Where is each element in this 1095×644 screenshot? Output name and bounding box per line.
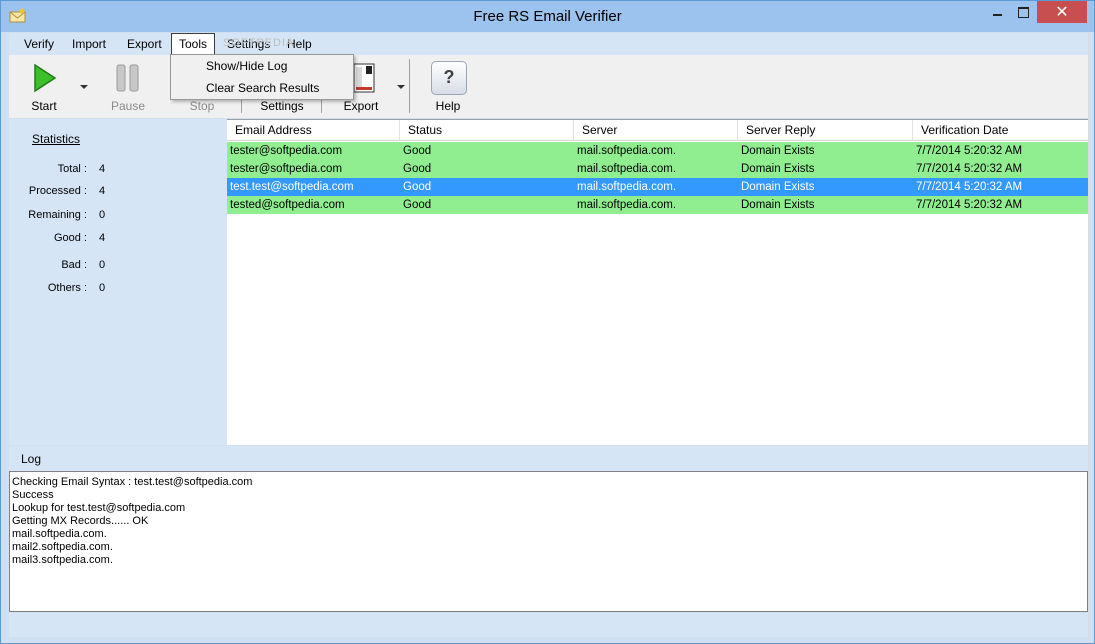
stat-remaining-value: 0: [99, 209, 106, 221]
cell-server: mail.softpedia.com.: [577, 181, 677, 193]
log-title: Log: [21, 452, 42, 466]
menu-verify[interactable]: Verify: [17, 33, 61, 55]
table-row[interactable]: tester@softpedia.com Good mail.softpedia…: [227, 160, 1088, 178]
column-header-verification-date[interactable]: Verification Date: [912, 120, 1088, 141]
minimize-button[interactable]: [984, 1, 1010, 23]
statistics-panel: Statistics Total : 4 Processed : 4 Remai…: [9, 119, 227, 445]
column-header-status[interactable]: Status: [399, 120, 573, 141]
cell-email: tester@softpedia.com: [230, 163, 343, 175]
help-button[interactable]: ? Help: [423, 57, 473, 115]
cell-server: mail.softpedia.com.: [577, 199, 677, 211]
export-label: Export: [343, 99, 379, 113]
column-header-server-reply[interactable]: Server Reply: [737, 120, 912, 141]
status-bar: [9, 613, 1088, 637]
cell-server-reply: Domain Exists: [741, 181, 815, 193]
results-grid[interactable]: Email Address Status Server Server Reply…: [227, 119, 1088, 445]
export-icon: [353, 63, 375, 93]
play-icon: [34, 63, 57, 93]
table-row[interactable]: tester@softpedia.com Good mail.softpedia…: [227, 142, 1088, 160]
menu-tools[interactable]: Tools: [171, 33, 216, 55]
log-textbox[interactable]: Checking Email Syntax : test.test@softpe…: [9, 471, 1088, 612]
grid-header: Email Address Status Server Server Reply…: [227, 120, 1088, 141]
stat-bad-value: 0: [99, 259, 106, 271]
log-line: Lookup for test.test@softpedia.com: [12, 502, 186, 514]
start-dropdown-arrow[interactable]: [80, 85, 88, 89]
log-line: mail3.softpedia.com.: [12, 554, 113, 566]
cell-verification-date: 7/7/2014 5:20:32 AM: [916, 163, 1023, 175]
menu-item-clear-search-results[interactable]: Clear Search Results: [172, 78, 352, 99]
stat-total-value: 4: [99, 163, 106, 175]
menu-bar: Verify Import Export Tools Settings Help: [9, 33, 1088, 55]
tools-dropdown-menu: Show/Hide Log Clear Search Results: [170, 54, 354, 100]
statistics-title: Statistics: [32, 132, 81, 146]
menu-item-show-hide-log[interactable]: Show/Hide Log: [172, 56, 352, 77]
cell-server-reply: Domain Exists: [741, 145, 815, 157]
stat-good-label: Good :: [53, 232, 87, 244]
log-line: mail2.softpedia.com.: [12, 541, 113, 553]
close-icon: ✕: [1055, 4, 1069, 21]
log-line: Getting MX Records...... OK: [12, 515, 149, 527]
settings-label: Settings: [260, 99, 304, 113]
table-row-selected[interactable]: test.test@softpedia.com Good mail.softpe…: [227, 178, 1088, 196]
cell-email: tester@softpedia.com: [230, 145, 343, 157]
cell-status: Good: [403, 145, 432, 157]
app-window: Free RS Email Verifier ✕ Verify Import E…: [0, 0, 1095, 644]
cell-verification-date: 7/7/2014 5:20:32 AM: [916, 199, 1023, 211]
cell-status: Good: [403, 163, 432, 175]
help-glyph: ?: [443, 67, 455, 87]
stat-others-label: Others :: [47, 282, 87, 294]
close-button[interactable]: ✕: [1037, 1, 1087, 23]
cell-server: mail.softpedia.com.: [577, 163, 677, 175]
column-header-server[interactable]: Server: [573, 120, 737, 141]
cell-verification-date: 7/7/2014 5:20:32 AM: [916, 181, 1023, 193]
title-bar[interactable]: Free RS Email Verifier ✕: [1, 1, 1094, 32]
pause-button[interactable]: Pause: [103, 57, 153, 115]
cell-email: tested@softpedia.com: [230, 199, 345, 211]
menu-export[interactable]: Export: [120, 33, 169, 55]
log-line: mail.softpedia.com.: [12, 528, 107, 540]
help-icon: ?: [431, 61, 467, 95]
export-dropdown-arrow[interactable]: [397, 85, 405, 89]
log-header: Log: [9, 446, 1088, 471]
watermark: SOFTPEDIA: [223, 37, 295, 49]
stat-good-value: 4: [99, 232, 106, 244]
maximize-button[interactable]: [1010, 1, 1036, 23]
table-row[interactable]: tested@softpedia.com Good mail.softpedia…: [227, 196, 1088, 214]
stat-processed-value: 4: [99, 185, 106, 197]
window-title: Free RS Email Verifier: [473, 8, 622, 25]
help-label: Help: [435, 99, 461, 113]
pause-icon: [116, 64, 139, 92]
cell-verification-date: 7/7/2014 5:20:32 AM: [916, 145, 1023, 157]
pause-label: Pause: [110, 99, 146, 113]
log-line: Success: [12, 489, 54, 501]
start-label: Start: [31, 99, 57, 113]
cell-email: test.test@softpedia.com: [230, 181, 354, 193]
stat-remaining-label: Remaining :: [28, 209, 87, 221]
cell-status: Good: [403, 181, 432, 193]
start-button[interactable]: Start: [19, 57, 69, 115]
stat-others-value: 0: [99, 282, 106, 294]
cell-server-reply: Domain Exists: [741, 163, 815, 175]
stat-processed-label: Processed :: [28, 185, 87, 197]
toolbar-separator: [409, 59, 410, 113]
log-line: Checking Email Syntax : test.test@softpe…: [12, 476, 253, 488]
menu-import[interactable]: Import: [65, 33, 113, 55]
stat-bad-label: Bad :: [61, 259, 87, 271]
stat-total-label: Total :: [57, 163, 87, 175]
cell-status: Good: [403, 199, 432, 211]
cell-server: mail.softpedia.com.: [577, 145, 677, 157]
stop-label: Stop: [189, 99, 215, 113]
cell-server-reply: Domain Exists: [741, 199, 815, 211]
column-header-email[interactable]: Email Address: [227, 120, 399, 141]
